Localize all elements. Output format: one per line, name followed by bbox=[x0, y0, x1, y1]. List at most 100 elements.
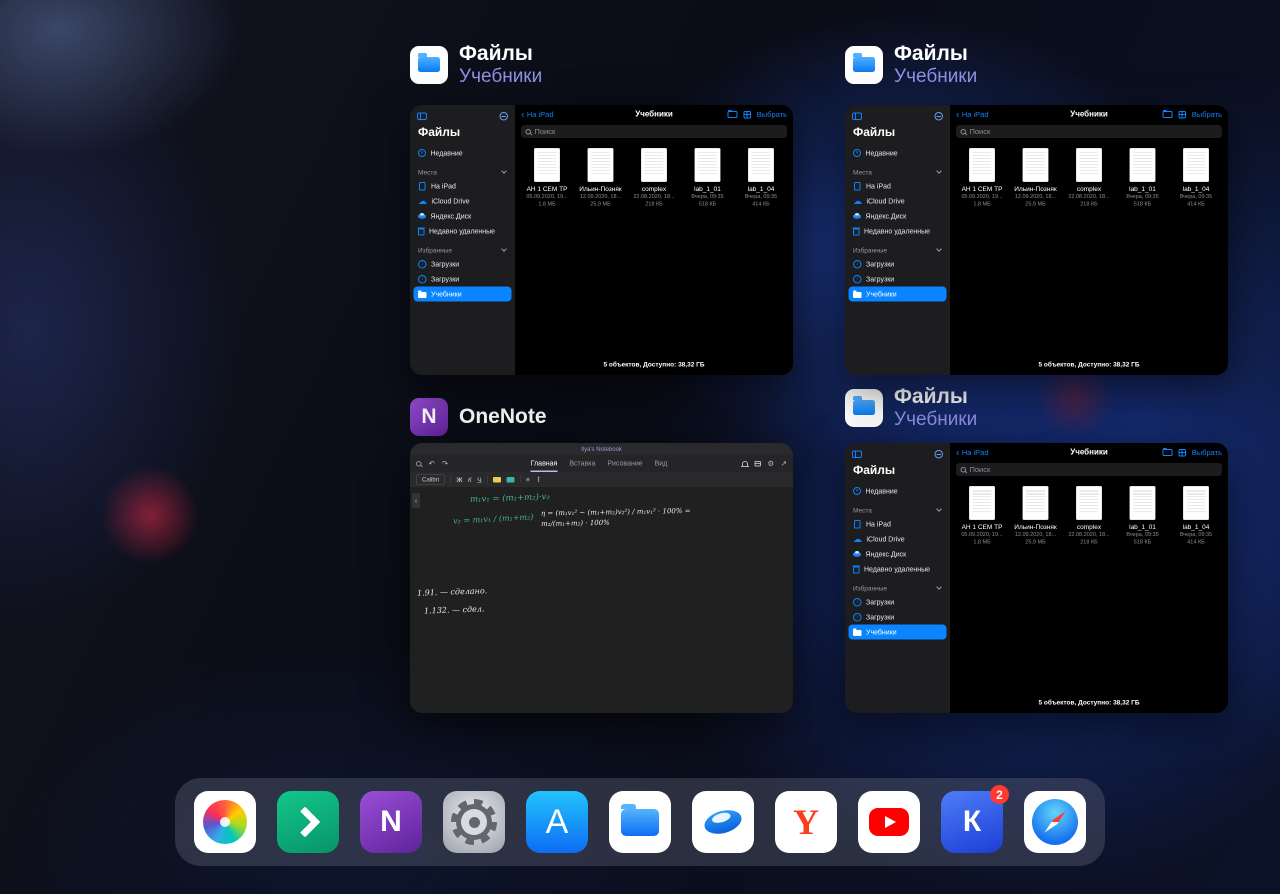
dock-app-settings[interactable] bbox=[443, 791, 505, 853]
sidebar-item-downloads-1[interactable]: Загрузки bbox=[410, 257, 515, 272]
sidebar-item-recently-deleted[interactable]: Недавно удаленные bbox=[845, 224, 950, 239]
view-grid-icon[interactable] bbox=[1178, 110, 1186, 119]
back-button[interactable]: ‹ На iPad bbox=[521, 110, 612, 120]
file-item[interactable]: lab_1_04 Вчера, 09:35 414 КБ bbox=[1171, 486, 1221, 546]
app-card-files-3[interactable]: Файлы Недавние Места На iPad iCloud Driv… bbox=[845, 443, 1228, 713]
sidebar-item-on-ipad[interactable]: На iPad bbox=[845, 517, 950, 532]
italic-icon[interactable]: К bbox=[468, 476, 472, 484]
app-card-files-2[interactable]: Файлы Недавние Места На iPad iCloud Driv… bbox=[845, 105, 1228, 375]
minus-circle-icon[interactable] bbox=[934, 112, 943, 121]
pen-color-icon[interactable] bbox=[506, 476, 515, 483]
file-item[interactable]: complex 22.08.2020, 18... 218 КБ bbox=[1064, 148, 1114, 208]
minus-circle-icon[interactable] bbox=[499, 112, 508, 121]
note-canvas[interactable]: m₁v₁ = (m₁+m₂)·v₂ v₂ = m₁v₁ / (m₁+m₂) η … bbox=[410, 487, 793, 713]
sidebar-section-places[interactable]: Места bbox=[845, 166, 950, 179]
sidebar-item-yandex-disk[interactable]: Яндекс.Диск bbox=[410, 209, 515, 224]
gear-icon[interactable]: ⚙ bbox=[767, 460, 774, 468]
back-button[interactable]: ‹ На iPad bbox=[956, 110, 1047, 120]
sidebar-item-downloads-1[interactable]: Загрузки bbox=[845, 595, 950, 610]
file-item[interactable]: Ильин-Позняк 12.09.2020, 18... 25,9 МБ bbox=[1011, 148, 1061, 208]
tab-insert[interactable]: Вставка bbox=[569, 455, 595, 472]
dock-app-youtube[interactable] bbox=[858, 791, 920, 853]
sidebar-toggle-icon[interactable] bbox=[852, 450, 862, 458]
sidebar-toggle-icon[interactable] bbox=[852, 112, 862, 120]
file-item[interactable]: complex 22.08.2020, 18... 218 КБ bbox=[629, 148, 679, 208]
sidebar-item-recently-deleted[interactable]: Недавно удаленные bbox=[410, 224, 515, 239]
file-item[interactable]: complex 22.08.2020, 18... 218 КБ bbox=[1064, 486, 1114, 546]
sidebar-item-yandex-disk[interactable]: Яндекс.Диск bbox=[845, 209, 950, 224]
redo-icon[interactable]: ↷ bbox=[442, 460, 448, 468]
sidebar-item-yandex-disk[interactable]: Яндекс.Диск bbox=[845, 547, 950, 562]
file-item[interactable]: lab_1_01 Вчера, 09:35 518 КБ bbox=[1118, 486, 1168, 546]
sidebar-section-places[interactable]: Места bbox=[410, 166, 515, 179]
select-button[interactable]: Выбрать bbox=[757, 110, 787, 119]
dock-app-green-arrow[interactable] bbox=[277, 791, 339, 853]
sidebar-item-downloads-2[interactable]: Загрузки bbox=[845, 272, 950, 287]
dock-app-yandex[interactable]: Y bbox=[775, 791, 837, 853]
sidebar-section-favorites[interactable]: Избранные bbox=[410, 244, 515, 257]
sidebar-item-recents[interactable]: Недавние bbox=[410, 146, 515, 161]
file-item[interactable]: lab_1_04 Вчера, 09:35 414 КБ bbox=[1171, 148, 1221, 208]
search-field[interactable]: Поиск bbox=[956, 125, 1222, 138]
file-item[interactable]: АН 1 СЕМ ТР 05.09.2020, 19... 1,8 МБ bbox=[957, 486, 1007, 546]
view-grid-icon[interactable] bbox=[743, 110, 751, 119]
sidebar-item-recently-deleted[interactable]: Недавно удаленные bbox=[845, 562, 950, 577]
sidebar-item-downloads-1[interactable]: Загрузки bbox=[845, 257, 950, 272]
bold-icon[interactable]: Ж bbox=[457, 476, 463, 484]
sidebar-item-downloads-2[interactable]: Загрузки bbox=[845, 610, 950, 625]
font-selector[interactable]: Calibri bbox=[416, 474, 446, 485]
sidebar-toggle-icon[interactable] bbox=[417, 112, 427, 120]
sidebar-section-places[interactable]: Места bbox=[845, 504, 950, 517]
sidebar-item-recents[interactable]: Недавние bbox=[845, 484, 950, 499]
dock-app-files[interactable] bbox=[609, 791, 671, 853]
sidebar-section-favorites[interactable]: Избранные bbox=[845, 582, 950, 595]
sidebar-item-on-ipad[interactable]: На iPad bbox=[410, 179, 515, 194]
tab-home[interactable]: Главная bbox=[530, 455, 558, 472]
dock-app-photos[interactable] bbox=[194, 791, 256, 853]
sidebar-item-icloud-drive[interactable]: iCloud Drive bbox=[410, 194, 515, 209]
bullet-list-icon[interactable]: ≡ bbox=[526, 476, 530, 484]
dock-app-appstore[interactable]: A bbox=[526, 791, 588, 853]
dock-app-safari[interactable] bbox=[1024, 791, 1086, 853]
sidebar-item-uchebniki-selected[interactable]: Учебники bbox=[413, 286, 512, 302]
search-field[interactable]: Поиск bbox=[521, 125, 787, 138]
file-item[interactable]: Ильин-Позняк 12.09.2020, 18... 25,9 МБ bbox=[576, 148, 626, 208]
search-icon[interactable] bbox=[416, 460, 422, 467]
dock-app-yandex-disk[interactable] bbox=[692, 791, 754, 853]
app-card-onenote[interactable]: Ilya's Notebook ↶ ↷ Главная Вставка Рисо… bbox=[410, 443, 793, 713]
select-button[interactable]: Выбрать bbox=[1192, 110, 1222, 119]
file-item[interactable]: lab_1_01 Вчера, 09:35 518 КБ bbox=[683, 148, 733, 208]
file-item[interactable]: Ильин-Позняк 12.09.2020, 18... 25,9 МБ bbox=[1011, 486, 1061, 546]
sidebar-section-favorites[interactable]: Избранные bbox=[845, 244, 950, 257]
sidebar-item-icloud-drive[interactable]: iCloud Drive bbox=[845, 194, 950, 209]
view-grid-icon[interactable] bbox=[1178, 448, 1186, 457]
sidebar-item-downloads-2[interactable]: Загрузки bbox=[410, 272, 515, 287]
undo-icon[interactable]: ↶ bbox=[429, 460, 435, 468]
app-card-files-1[interactable]: Файлы Недавние Места На iPad iCloud Driv… bbox=[410, 105, 793, 375]
new-folder-icon[interactable] bbox=[727, 110, 738, 118]
sidebar-item-uchebniki-selected[interactable]: Учебники bbox=[848, 624, 947, 640]
numbered-list-icon[interactable]: ⋮ bbox=[535, 476, 542, 484]
sidebar-item-recents[interactable]: Недавние bbox=[845, 146, 950, 161]
new-folder-icon[interactable] bbox=[1162, 110, 1173, 118]
tab-draw[interactable]: Рисование bbox=[607, 455, 642, 472]
sidebar-item-icloud-drive[interactable]: iCloud Drive bbox=[845, 532, 950, 547]
select-button[interactable]: Выбрать bbox=[1192, 448, 1222, 457]
file-item[interactable]: АН 1 СЕМ ТР 05.09.2020, 19... 1,8 МБ bbox=[957, 148, 1007, 208]
bell-icon[interactable] bbox=[740, 461, 749, 467]
file-item[interactable]: lab_1_04 Вчера, 09:35 414 КБ bbox=[736, 148, 786, 208]
collapse-panel-button[interactable]: ‹ bbox=[412, 493, 420, 508]
file-item[interactable]: АН 1 СЕМ ТР 05.09.2020, 19... 1,8 МБ bbox=[522, 148, 572, 208]
back-button[interactable]: ‹ На iPad bbox=[956, 448, 1047, 458]
minus-circle-icon[interactable] bbox=[934, 450, 943, 459]
sidebar-item-uchebniki-selected[interactable]: Учебники bbox=[848, 286, 947, 302]
new-folder-icon[interactable] bbox=[1162, 448, 1173, 456]
dock-app-k[interactable]: К 2 bbox=[941, 785, 1009, 853]
underline-icon[interactable]: Ч bbox=[477, 476, 481, 484]
tab-view[interactable]: Вид bbox=[655, 455, 668, 472]
sidebar-item-on-ipad[interactable]: На iPad bbox=[845, 179, 950, 194]
share-icon[interactable]: ↗ bbox=[781, 460, 787, 468]
dock-app-onenote[interactable]: N bbox=[360, 791, 422, 853]
search-field[interactable]: Поиск bbox=[956, 463, 1222, 476]
file-item[interactable]: lab_1_01 Вчера, 09:35 518 КБ bbox=[1118, 148, 1168, 208]
